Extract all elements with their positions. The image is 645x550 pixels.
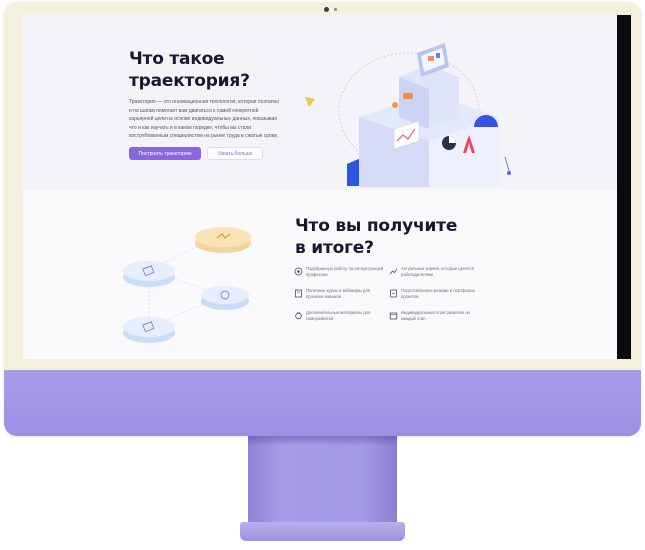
benefit-item: Подобранную работу по интересующей профе… bbox=[294, 266, 389, 280]
book-icon bbox=[294, 289, 303, 298]
camera bbox=[324, 7, 329, 12]
step-disc-2 bbox=[201, 286, 249, 304]
monitor-stand bbox=[248, 436, 397, 530]
benefit-text: Актуальные знания, которые ценятся работ… bbox=[401, 266, 474, 277]
benefit-item: Актуальные знания, которые ценятся работ… bbox=[389, 266, 484, 280]
benefit-text: Полезные курсы и вебинары для прокачки н… bbox=[306, 288, 371, 299]
blue-block bbox=[347, 158, 361, 186]
step-disc-3 bbox=[123, 317, 175, 337]
build-trajectory-button[interactable]: Построить траекторию bbox=[129, 147, 201, 160]
benefit-item: Полезные курсы и вебинары для прокачки н… bbox=[294, 288, 389, 302]
calendar-icon bbox=[389, 311, 398, 320]
yellow-arrow-icon bbox=[305, 97, 315, 107]
hero-illustration bbox=[305, 43, 511, 187]
hero-title-line-1: Что такое bbox=[129, 49, 225, 69]
benefit-item: Дополнительные материалы для саморазвити… bbox=[294, 310, 389, 324]
goal-disc bbox=[195, 227, 251, 247]
screen-bezel-edge bbox=[617, 15, 631, 359]
monitor-chin bbox=[4, 370, 641, 436]
camera-sensor bbox=[334, 8, 337, 11]
benefit-text: Индивидуальный план развития на каждый э… bbox=[401, 310, 470, 321]
results-title-line-1: Что вы получите bbox=[295, 216, 458, 236]
benefit-text: Подобранную работу по интересующей профе… bbox=[306, 266, 384, 277]
benefit-item: Индивидуальный план развития на каждый э… bbox=[389, 310, 484, 324]
medal-icon bbox=[294, 311, 303, 320]
results-title: Что вы получите в итоге? bbox=[295, 215, 457, 259]
step-disc-1 bbox=[123, 261, 175, 281]
benefit-item: Подготовленное резюме и портфолио проект… bbox=[389, 288, 484, 302]
hero-description: Траектория — это инновационная технологи… bbox=[129, 99, 280, 140]
learn-more-button[interactable]: Узнать больше bbox=[207, 147, 263, 160]
benefit-text: Дополнительные материалы для саморазвити… bbox=[306, 310, 371, 321]
chart-icon bbox=[389, 267, 398, 276]
screen: Что такое траектория? Траектория — это и… bbox=[23, 15, 631, 359]
lamp-icon bbox=[507, 171, 511, 175]
hero-title-line-2: траектория? bbox=[129, 71, 250, 91]
document-icon bbox=[389, 289, 398, 298]
monitor-frame: Что такое траектория? Траектория — это и… bbox=[4, 2, 641, 436]
benefit-text: Подготовленное резюме и портфолио проект… bbox=[401, 288, 475, 299]
results-title-line-2: в итоге? bbox=[295, 238, 374, 258]
hero-title: Что такое траектория? bbox=[129, 48, 250, 92]
monitor-base bbox=[240, 522, 405, 541]
target-icon bbox=[294, 267, 303, 276]
path-illustration bbox=[123, 227, 251, 343]
orange-block bbox=[403, 93, 413, 99]
